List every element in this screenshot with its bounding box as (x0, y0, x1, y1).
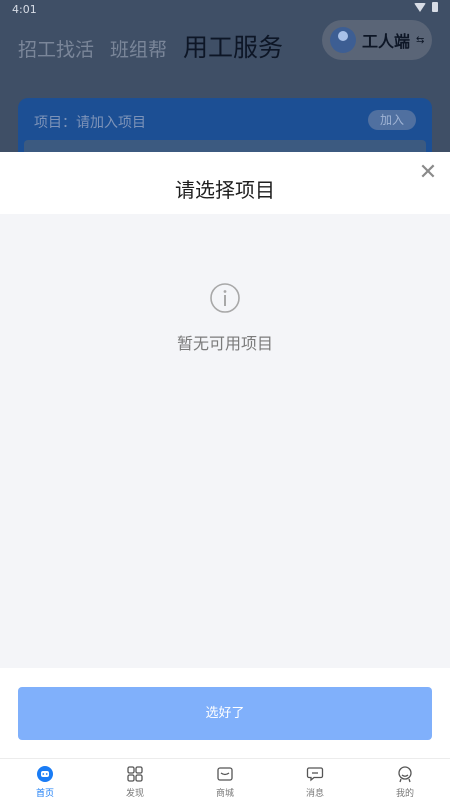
nav-label-home: 首页 (35, 789, 54, 799)
status-bar: 4:01 (0, 0, 450, 18)
nav-label-profile: 我的 (395, 789, 414, 799)
wifi-icon (414, 2, 426, 12)
grid-icon (127, 766, 143, 782)
nav-label-shop: 商城 (215, 789, 234, 799)
role-switch-button[interactable]: 工人端 ⇆ (322, 20, 432, 60)
join-project-button[interactable]: 加入 (368, 110, 416, 130)
status-icons (414, 2, 438, 12)
sheet-title: 请选择项目 (175, 178, 275, 202)
status-time: 4:01 (12, 3, 37, 16)
home-icon (37, 766, 53, 782)
project-label: 项目：请加入项目 (34, 115, 146, 131)
nav-item-home[interactable]: 首页 (0, 759, 90, 800)
bottom-nav: 首页 发现 商城 消息 我的 (0, 758, 450, 800)
battery-icon (432, 2, 438, 12)
tab-team[interactable]: 班组帮 (110, 35, 167, 62)
info-icon (210, 283, 240, 313)
nav-label-discover: 发现 (125, 789, 144, 799)
message-icon (306, 767, 324, 782)
background-app: 4:01 招工找活 班组帮 用工服务 工人端 ⇆ 项目：请加入项目 加入 (0, 0, 450, 160)
nav-item-discover[interactable]: 发现 (90, 759, 180, 800)
swap-icon: ⇆ (416, 34, 425, 46)
nav-label-messages: 消息 (305, 789, 324, 799)
role-label: 工人端 (362, 32, 411, 51)
worker-avatar-icon (330, 27, 356, 53)
sheet-footer: 选好了 (0, 668, 450, 758)
project-card: 项目：请加入项目 加入 (18, 98, 432, 160)
empty-state: 暂无可用项目 (0, 282, 450, 354)
nav-item-shop[interactable]: 商城 (180, 759, 270, 800)
nav-item-profile[interactable]: 我的 (360, 759, 450, 800)
sheet-header: 请选择项目 ✕ (0, 152, 450, 214)
empty-text: 暂无可用项目 (176, 334, 273, 353)
close-icon[interactable]: ✕ (416, 161, 440, 185)
shop-icon (217, 767, 233, 781)
select-project-sheet: 请选择项目 ✕ 暂无可用项目 选好了 (0, 152, 450, 758)
top-tabs: 招工找活 班组帮 用工服务 (18, 28, 283, 64)
confirm-button[interactable]: 选好了 (18, 687, 432, 740)
tab-recruit[interactable]: 招工找活 (18, 35, 94, 62)
profile-icon (398, 766, 412, 783)
nav-item-messages[interactable]: 消息 (270, 759, 360, 800)
tab-employment[interactable]: 用工服务 (183, 28, 283, 64)
